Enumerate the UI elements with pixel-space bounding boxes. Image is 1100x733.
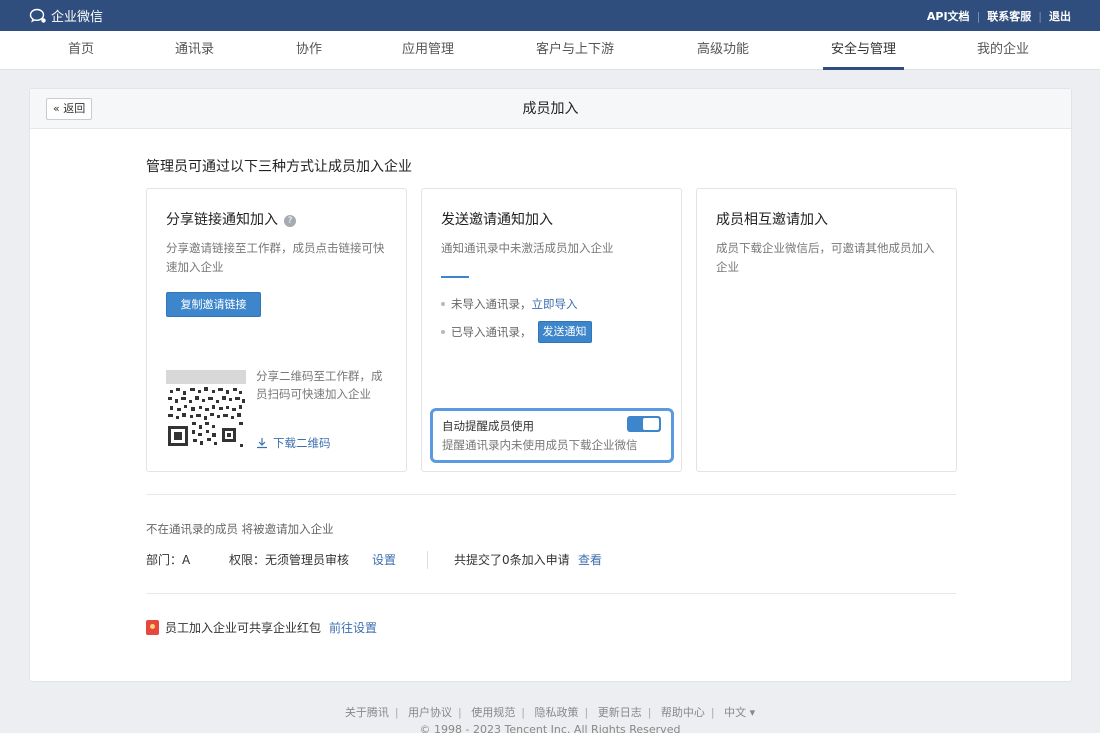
- send-notice-row: 已导入通讯录， 发送通知: [441, 321, 592, 343]
- divider: [427, 551, 428, 569]
- nav-security-management[interactable]: 安全与管理: [822, 31, 905, 70]
- red-packet-icon: [146, 620, 159, 635]
- mutual-invite-option: 成员相互邀请加入 成员下载企业微信后，可邀请其他成员加入企业: [696, 188, 957, 472]
- logout-link[interactable]: 退出: [1049, 8, 1071, 24]
- toggle-knob: [643, 418, 659, 430]
- back-button[interactable]: « 返回: [46, 98, 93, 120]
- bullet-dot: [441, 330, 445, 334]
- footer-privacy-link[interactable]: 隐私政策: [534, 706, 578, 719]
- nav-advanced[interactable]: 高级功能: [697, 31, 749, 70]
- nav-home[interactable]: 首页: [68, 31, 94, 70]
- footer-links: 关于腾讯 | 用户协议 | 使用规范 | 隐私政策 | 更新日志 | 帮助中心 | 中文 ▾: [0, 704, 1100, 720]
- invite-option-title: 发送邀请通知加入: [441, 212, 553, 228]
- divider: |: [1038, 9, 1042, 23]
- nav-customers[interactable]: 客户与上下游: [536, 31, 614, 70]
- not-imported-text: 未导入通讯录，: [451, 297, 532, 311]
- download-qr-link[interactable]: 下载二维码: [256, 435, 331, 451]
- divider: |: [584, 706, 589, 719]
- contact-support-link[interactable]: 联系客服: [987, 8, 1031, 24]
- red-packet-row: 员工加入企业可共享企业红包 前往设置: [146, 619, 377, 636]
- import-now-link[interactable]: 立即导入: [532, 296, 578, 312]
- imported-text: 已导入通讯录，: [451, 325, 532, 339]
- download-qr-label: 下载二维码: [273, 436, 331, 450]
- divider: |: [521, 706, 525, 719]
- footer-user-agreement-link[interactable]: 用户协议: [408, 706, 452, 719]
- invite-option-desc: 通知通讯录中未激活成员加入企业: [441, 241, 614, 255]
- footer-changelog-link[interactable]: 更新日志: [598, 706, 642, 719]
- main-nav: 首页 通讯录 协作 应用管理 客户与上下游 高级功能 安全与管理 我的企业: [0, 31, 1100, 70]
- auto-remind-toggle[interactable]: [627, 416, 661, 432]
- red-packet-text: 员工加入企业可共享企业红包: [165, 621, 322, 635]
- mutual-option-title: 成员相互邀请加入: [716, 212, 828, 228]
- permission-label: 权限：无须管理员审核: [229, 553, 350, 567]
- section-divider: [146, 593, 956, 594]
- apply-count-text: 共提交了0条加入申请: [454, 553, 570, 567]
- language-select[interactable]: 中文 ▾: [724, 706, 755, 719]
- nav-contacts[interactable]: 通讯录: [175, 31, 214, 70]
- auto-remind-title: 自动提醒成员使用: [442, 419, 534, 433]
- red-packet-settings-link[interactable]: 前往设置: [329, 619, 377, 636]
- intro-text: 管理员可通过以下三种方式让成员加入企业: [146, 159, 412, 175]
- import-contacts-row: 未导入通讯录， 立即导入: [441, 296, 578, 312]
- nav-collaboration[interactable]: 协作: [296, 31, 322, 70]
- auto-remind-desc: 提醒通讯录内未使用成员下载企业微信: [442, 438, 638, 452]
- send-notice-button[interactable]: 发送通知: [537, 321, 592, 343]
- nav-app-management[interactable]: 应用管理: [402, 31, 454, 70]
- footer-about-link[interactable]: 关于腾讯: [345, 706, 389, 719]
- api-docs-link[interactable]: API文档: [927, 8, 970, 24]
- top-bar: 企业微信 API文档 | 联系客服 | 退出: [0, 0, 1100, 31]
- bullet-dot: [441, 302, 445, 306]
- divider: |: [394, 706, 399, 719]
- share-option-desc: 分享邀请链接至工作群，成员点击链接可快速加入企业: [166, 241, 385, 274]
- copyright: © 1998 - 2023 Tencent Inc. All Rights Re…: [419, 723, 681, 733]
- top-links: API文档 | 联系客服 | 退出: [927, 8, 1071, 24]
- divider: |: [710, 706, 715, 719]
- nav-my-enterprise[interactable]: 我的企业: [977, 31, 1029, 70]
- send-invite-option: 发送邀请通知加入 通知通讯录中未激活成员加入企业 未导入通讯录， 立即导入 已导…: [421, 188, 682, 472]
- member-join-panel: 成员加入 « 返回 管理员可通过以下三种方式让成员加入企业 分享链接通知加入? …: [29, 88, 1072, 682]
- page-title: 成员加入: [522, 101, 579, 117]
- wecom-logo-icon: [29, 8, 46, 23]
- footer-usage-rules-link[interactable]: 使用规范: [471, 706, 515, 719]
- footer-help-link[interactable]: 帮助中心: [661, 706, 705, 719]
- section-divider: [146, 494, 956, 495]
- share-option-title: 分享链接通知加入?: [166, 209, 296, 229]
- auto-remind-box: 自动提醒成员使用 提醒通讯录内未使用成员下载企业微信: [430, 408, 674, 463]
- divider: |: [458, 706, 462, 719]
- accent-divider: [441, 276, 469, 278]
- department-label: 部门：A: [146, 553, 191, 567]
- non-contact-note: 不在通讯录的成员 将被邀请加入企业: [146, 522, 334, 536]
- divider: |: [976, 9, 981, 23]
- qr-code-image: [166, 370, 246, 447]
- app-logo[interactable]: 企业微信: [29, 6, 103, 25]
- app-name: 企业微信: [51, 10, 104, 25]
- mutual-option-desc: 成员下载企业微信后，可邀请其他成员加入企业: [716, 241, 935, 274]
- panel-header: 成员加入 « 返回: [30, 89, 1071, 129]
- qr-share-desc: 分享二维码至工作群，成员扫码可快速加入企业: [256, 369, 383, 401]
- share-link-option: 分享链接通知加入? 分享邀请链接至工作群，成员点击链接可快速加入企业 复制邀请链…: [146, 188, 407, 472]
- copy-invite-link-button[interactable]: 复制邀请链接: [166, 292, 261, 317]
- download-icon: [257, 438, 267, 449]
- divider: |: [647, 706, 652, 719]
- help-icon[interactable]: ?: [284, 215, 296, 227]
- share-option-title-text: 分享链接通知加入: [166, 212, 278, 228]
- permission-settings-link[interactable]: 设置: [372, 551, 396, 568]
- view-applications-link[interactable]: 查看: [578, 551, 602, 568]
